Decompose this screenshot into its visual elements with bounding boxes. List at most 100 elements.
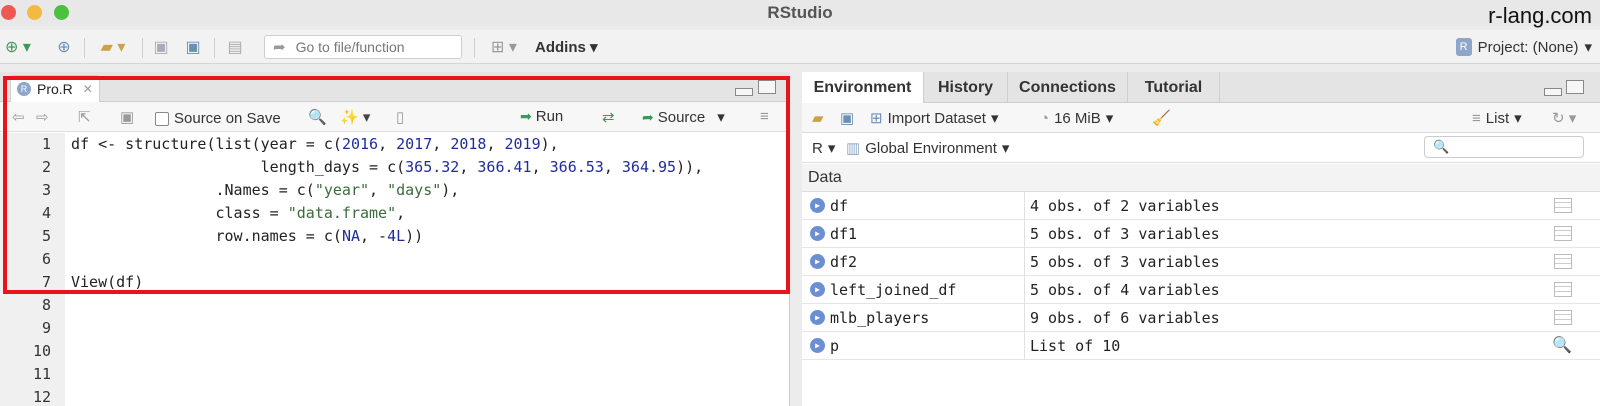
expand-icon[interactable]: ▶ bbox=[810, 254, 825, 269]
data-section-header: Data bbox=[802, 164, 1600, 192]
grid-icon[interactable] bbox=[1554, 282, 1572, 297]
memory-usage-button[interactable]: ◔ 16 MiB ▾ bbox=[1040, 109, 1114, 128]
expand-icon[interactable]: ▶ bbox=[810, 282, 825, 297]
line-number-gutter: 1 2 3 4 5 6 7 8 9 10 11 12 bbox=[0, 133, 65, 406]
environment-row[interactable]: ▶ df1 5 obs. of 3 variables bbox=[802, 220, 1600, 248]
chevron-down-icon: ▾ bbox=[827, 140, 836, 157]
object-summary: 4 obs. of 2 variables bbox=[1030, 197, 1220, 215]
column-divider bbox=[1024, 220, 1025, 248]
maximize-pane-icon[interactable] bbox=[758, 80, 776, 94]
import-dataset-label: Import Dataset bbox=[887, 109, 986, 127]
chevron-down-icon: ▾ bbox=[990, 110, 999, 127]
import-dataset-button[interactable]: ⊞ Import Dataset ▾ bbox=[870, 109, 999, 128]
environment-scope-select[interactable]: ▥ Global Environment ▾ bbox=[846, 139, 1010, 158]
object-name: df1 bbox=[830, 225, 858, 243]
save-workspace-icon[interactable]: ▣ bbox=[840, 109, 854, 127]
print-icon[interactable]: ▤ bbox=[222, 36, 248, 58]
code-tools-wand-icon[interactable]: ✨ ▾ bbox=[340, 108, 370, 126]
new-file-icon[interactable]: ⊕ ▾ bbox=[0, 36, 36, 58]
open-file-icon[interactable]: ▰ ▾ bbox=[92, 36, 134, 58]
editor-toolbar: ⇦ ⇨ ⇱ ▣ Source on Save 🔍 ✨ ▾ ▯ ➡ Run ⇄ ➦… bbox=[0, 102, 790, 132]
toolbar-divider bbox=[84, 38, 85, 58]
environment-row[interactable]: ▶ mlb_players 9 obs. of 6 variables bbox=[802, 304, 1600, 332]
scope-label: Global Environment bbox=[865, 139, 997, 157]
environment-row[interactable]: ▶ left_joined_df 5 obs. of 4 variables bbox=[802, 276, 1600, 304]
line-number: 2 bbox=[41, 158, 51, 176]
grid-icon[interactable] bbox=[1554, 310, 1572, 325]
expand-icon[interactable]: ▶ bbox=[810, 310, 825, 325]
load-workspace-icon[interactable]: ▰ bbox=[812, 109, 824, 127]
project-icon: R bbox=[1455, 38, 1472, 56]
workspace-panes-icon[interactable]: ⊞ ▾ bbox=[484, 36, 524, 58]
code-editor[interactable]: 1 2 3 4 5 6 7 8 9 10 11 12 df <- structu… bbox=[0, 133, 790, 406]
project-menu[interactable]: R Project: (None) ▾ bbox=[1455, 38, 1592, 56]
grid-icon[interactable] bbox=[1554, 226, 1572, 241]
run-button[interactable]: ➡ Run bbox=[520, 108, 563, 125]
environment-scope-bar: R ▾ ▥ Global Environment ▾ 🔍 bbox=[802, 133, 1600, 163]
expand-icon[interactable]: ▶ bbox=[810, 338, 825, 353]
list-view-button[interactable]: ≡ List ▾ bbox=[1472, 109, 1522, 128]
save-icon[interactable]: ▣ bbox=[120, 108, 134, 126]
goto-file-input[interactable]: ➦ Go to file/function bbox=[264, 35, 462, 59]
environment-row[interactable]: ▶ p List of 10 🔍 bbox=[802, 332, 1600, 360]
toolbar-divider bbox=[142, 38, 143, 58]
language-select[interactable]: R ▾ bbox=[812, 139, 836, 158]
object-name: df bbox=[830, 197, 849, 215]
show-in-window-icon[interactable]: ⇱ bbox=[78, 108, 91, 126]
file-tab[interactable]: R Pro.R ✕ bbox=[10, 75, 100, 102]
addins-menu[interactable]: Addins ▾ bbox=[535, 38, 598, 56]
toolbar-divider bbox=[214, 38, 215, 58]
environment-row[interactable]: ▶ df 4 obs. of 2 variables bbox=[802, 192, 1600, 220]
refresh-icon[interactable]: ↻ ▾ bbox=[1552, 109, 1576, 127]
grid-icon[interactable] bbox=[1554, 254, 1572, 269]
source-on-save-label: Source on Save bbox=[174, 110, 281, 127]
tab-environment[interactable]: Environment bbox=[802, 72, 924, 103]
expand-icon[interactable]: ▶ bbox=[810, 226, 825, 241]
goto-placeholder: Go to file/function bbox=[295, 39, 405, 55]
column-divider bbox=[1024, 332, 1025, 360]
language-label: R bbox=[812, 139, 823, 157]
back-arrow-icon[interactable]: ⇦ bbox=[12, 108, 25, 126]
magnifier-icon[interactable]: 🔍 bbox=[1552, 335, 1572, 354]
grid-icon[interactable] bbox=[1554, 198, 1572, 213]
chevron-down-icon: ▾ bbox=[1514, 110, 1522, 127]
tab-history[interactable]: History bbox=[924, 72, 1008, 103]
tab-connections[interactable]: Connections bbox=[1008, 72, 1128, 103]
environment-search-input[interactable]: 🔍 bbox=[1424, 136, 1584, 158]
minimize-pane-icon[interactable] bbox=[1544, 88, 1562, 96]
line-number: 8 bbox=[41, 296, 51, 314]
new-project-icon[interactable]: ⊕ bbox=[50, 36, 78, 58]
column-divider bbox=[1024, 248, 1025, 276]
chevron-down-icon: ▾ bbox=[1001, 140, 1010, 157]
source-on-save-checkbox[interactable]: Source on Save bbox=[155, 110, 281, 127]
line-number: 11 bbox=[32, 365, 51, 383]
pie-chart-icon: ◔ bbox=[1040, 109, 1050, 127]
save-all-icon[interactable]: ▣ bbox=[180, 36, 206, 58]
close-tab-icon[interactable]: ✕ bbox=[83, 82, 93, 96]
tab-tutorial[interactable]: Tutorial bbox=[1128, 72, 1220, 103]
object-summary: 5 obs. of 4 variables bbox=[1030, 281, 1220, 299]
expand-icon[interactable]: ▶ bbox=[810, 198, 825, 213]
save-icon[interactable]: ▣ bbox=[150, 36, 172, 58]
search-icon[interactable]: 🔍 bbox=[308, 108, 327, 126]
broom-clear-icon[interactable]: 🧹 bbox=[1152, 109, 1171, 127]
line-number: 3 bbox=[41, 181, 51, 199]
forward-arrow-icon[interactable]: ⇨ bbox=[36, 108, 49, 126]
line-number: 5 bbox=[41, 227, 51, 245]
document-outline-icon[interactable]: ≡ bbox=[760, 108, 769, 125]
search-icon: 🔍 bbox=[1433, 139, 1450, 154]
compile-report-icon[interactable]: ▯ bbox=[396, 108, 404, 126]
column-divider bbox=[1024, 276, 1025, 304]
minimize-pane-icon[interactable] bbox=[735, 88, 753, 96]
window-title: RStudio bbox=[767, 3, 833, 22]
maximize-pane-icon[interactable] bbox=[1566, 80, 1584, 94]
environment-icon: ▥ bbox=[846, 140, 861, 157]
chevron-down-icon: ▾ bbox=[1584, 39, 1592, 56]
environment-row[interactable]: ▶ df2 5 obs. of 3 variables bbox=[802, 248, 1600, 276]
rerun-icon[interactable]: ⇄ bbox=[602, 108, 615, 126]
object-summary: 5 obs. of 3 variables bbox=[1030, 253, 1220, 271]
source-button[interactable]: ➦ Source ▾ bbox=[642, 108, 725, 127]
chevron-down-icon: ▾ bbox=[717, 109, 725, 126]
chevron-down-icon: ▾ bbox=[1105, 110, 1114, 127]
line-number: 6 bbox=[41, 250, 51, 268]
